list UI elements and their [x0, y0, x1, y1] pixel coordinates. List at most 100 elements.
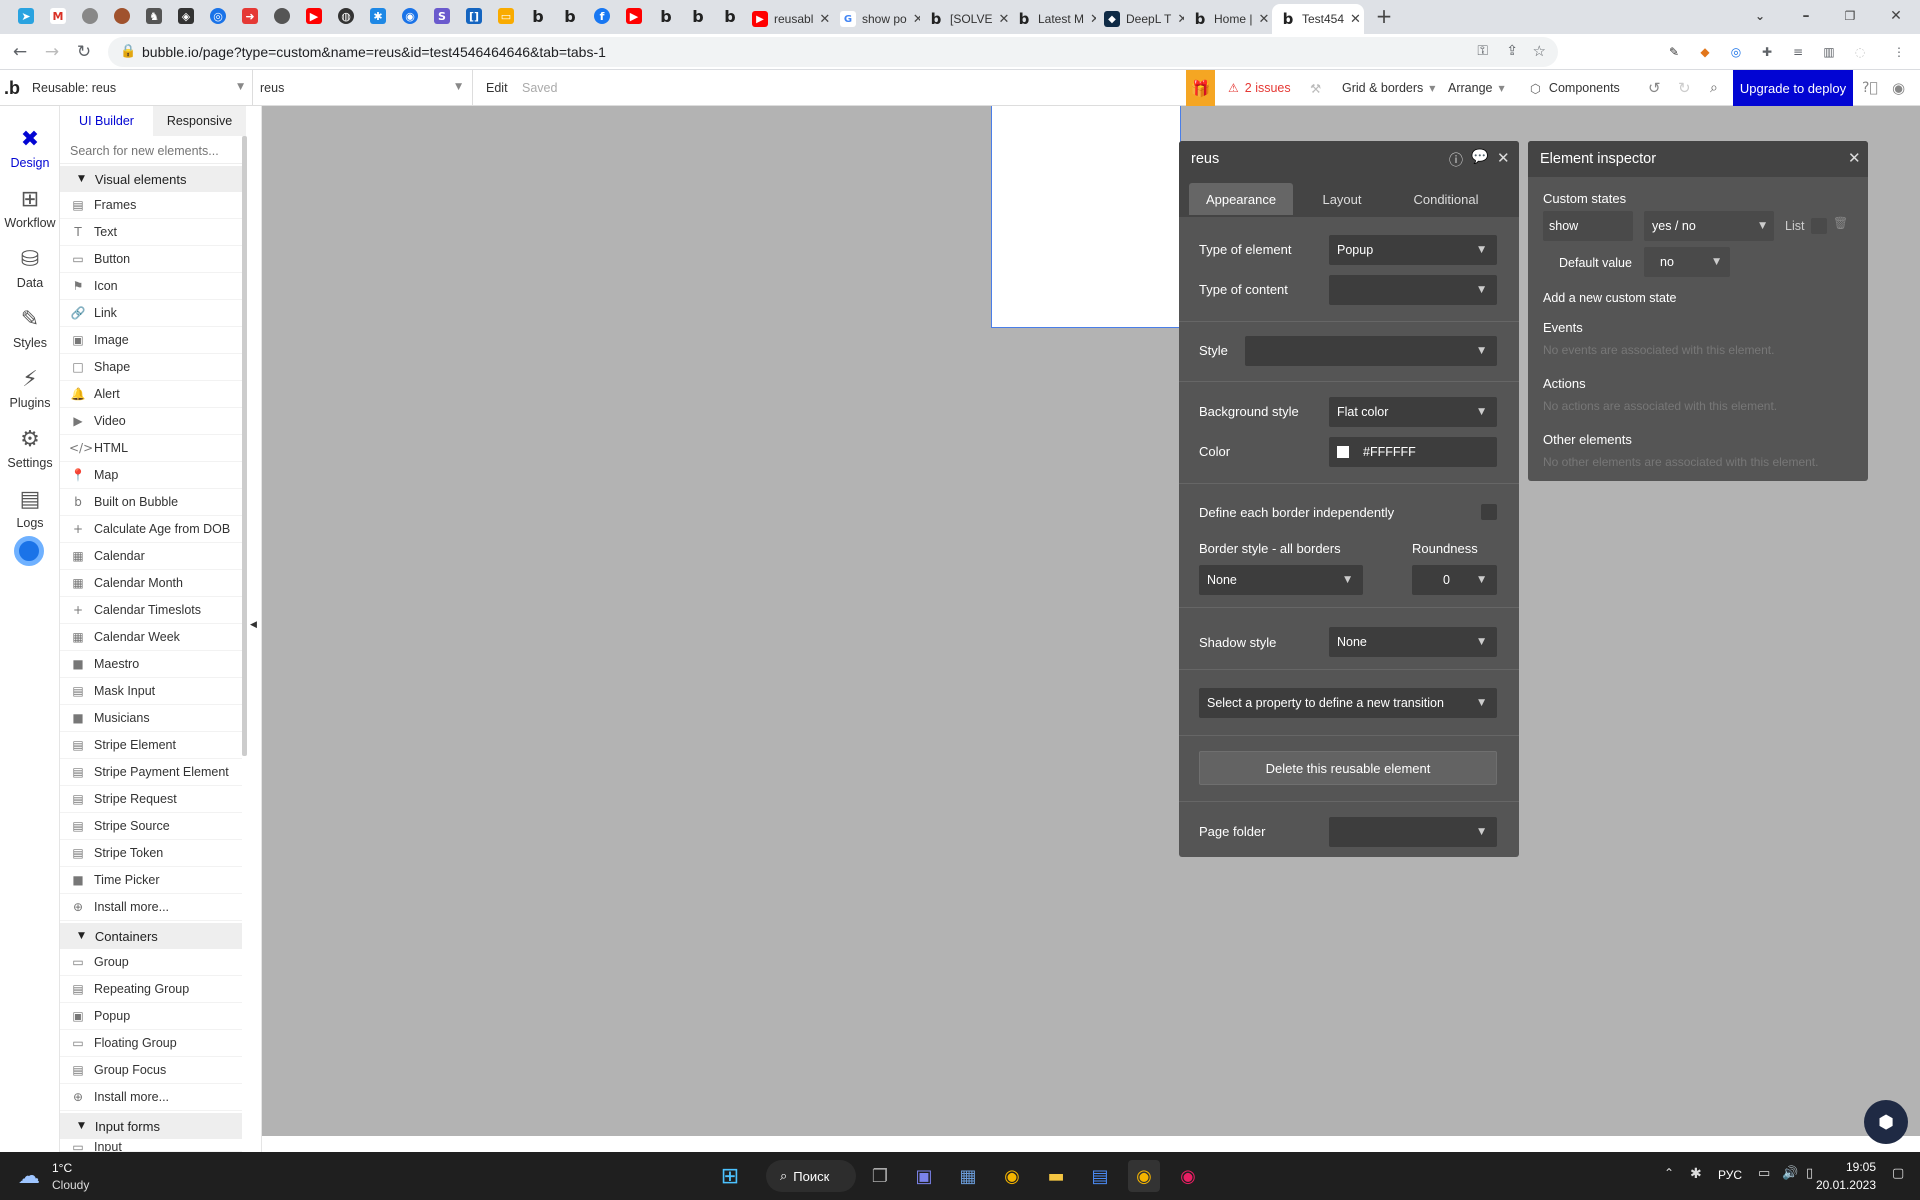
- palette-item[interactable]: ▭ Group: [60, 949, 242, 976]
- bubble-icon[interactable]: b: [530, 7, 546, 26]
- key-icon[interactable]: ⚿: [1477, 43, 1488, 59]
- maximize-icon[interactable]: ❐: [1842, 8, 1858, 24]
- telegram-icon[interactable]: ➤: [18, 8, 34, 24]
- palette-item[interactable]: ▤ Mask Input: [60, 678, 242, 705]
- roundness-field[interactable]: 0 ▼: [1412, 565, 1497, 595]
- nav-settings[interactable]: ⚙ Settings: [0, 414, 60, 471]
- teams-chat-icon[interactable]: ▣: [908, 1160, 940, 1192]
- palette-item[interactable]: ▤ Group Focus: [60, 1057, 242, 1084]
- browser-tab[interactable]: b Latest M ✕: [1008, 4, 1096, 34]
- tab-favicon-icon[interactable]: [114, 8, 130, 24]
- volume-icon[interactable]: 🔊: [1782, 1166, 1798, 1181]
- no-hammer-icon[interactable]: ⚒: [1310, 76, 1321, 100]
- arrange-menu[interactable]: Arrange ▼: [1448, 76, 1505, 100]
- type-of-content-dropdown[interactable]: ▼: [1329, 275, 1497, 305]
- nav-data[interactable]: ⛁ Data: [0, 234, 60, 291]
- close-icon[interactable]: ✕: [1848, 149, 1861, 167]
- forward-icon[interactable]: →: [40, 40, 64, 64]
- grid-borders-menu[interactable]: Grid & borders ▼: [1342, 76, 1435, 100]
- youtube-icon[interactable]: ▶: [626, 8, 642, 24]
- network-icon[interactable]: ▭: [1758, 1166, 1770, 1181]
- clock-date[interactable]: 20.01.2023: [1800, 1178, 1876, 1192]
- windows-start-icon[interactable]: ⊞: [714, 1160, 746, 1192]
- tab-favicon-icon[interactable]: ◎: [210, 8, 226, 24]
- components-button[interactable]: ⬡ Components: [1530, 76, 1620, 100]
- palette-item[interactable]: b Built on Bubble: [60, 489, 242, 516]
- color-picker[interactable]: #FFFFFF: [1329, 437, 1497, 467]
- palette-item[interactable]: ▤ Stripe Payment Element: [60, 759, 242, 786]
- browser-tab[interactable]: ◆ DeepL T ✕: [1096, 4, 1184, 34]
- tab-favicon-icon[interactable]: ➜: [242, 8, 258, 24]
- issues-indicator[interactable]: ⚠ 2 issues: [1228, 76, 1291, 100]
- reusable-element-preview[interactable]: [991, 106, 1181, 328]
- tab-conditional[interactable]: Conditional: [1391, 183, 1501, 215]
- taskbar-search[interactable]: ⌕ Поиск: [766, 1160, 856, 1192]
- palette-item[interactable]: 📍 Map: [60, 462, 242, 489]
- search-icon[interactable]: ⌕: [1710, 76, 1718, 100]
- tab-favicon-icon[interactable]: ▭: [498, 8, 514, 24]
- language-indicator[interactable]: РУС: [1718, 1168, 1742, 1182]
- share-icon[interactable]: ⇪: [1506, 43, 1518, 59]
- tab-favicon-icon[interactable]: [274, 8, 290, 24]
- close-icon[interactable]: ✕: [1497, 149, 1510, 167]
- gift-icon[interactable]: 🎁: [1186, 70, 1215, 106]
- transition-dropdown[interactable]: Select a property to define a new transi…: [1199, 688, 1497, 718]
- profile-loading-icon[interactable]: ◌: [1852, 44, 1868, 60]
- page-folder-dropdown[interactable]: ▼: [1329, 817, 1497, 847]
- palette-item[interactable]: </> HTML: [60, 435, 242, 462]
- chrome-profile-icon[interactable]: ◉: [1172, 1160, 1204, 1192]
- palette-item[interactable]: ▤ Stripe Source: [60, 813, 242, 840]
- palette-item[interactable]: ▤ Stripe Token: [60, 840, 242, 867]
- bubble-icon[interactable]: b: [722, 7, 738, 26]
- shadow-style-dropdown[interactable]: None ▼: [1329, 627, 1497, 657]
- tab-responsive[interactable]: Responsive: [153, 106, 246, 136]
- add-custom-state-link[interactable]: Add a new custom state: [1543, 291, 1676, 305]
- palette-item[interactable]: 🔗 Link: [60, 300, 242, 327]
- reload-icon[interactable]: ↻: [72, 40, 96, 64]
- palette-item[interactable]: ▤ Stripe Request: [60, 786, 242, 813]
- tab-ui-builder[interactable]: UI Builder: [60, 106, 153, 136]
- bubble-icon[interactable]: b: [658, 7, 674, 26]
- academy-icon[interactable]: [14, 536, 44, 566]
- url-field[interactable]: 🔒 bubble.io/page?type=custom&name=reus&i…: [108, 37, 1558, 67]
- tab-favicon-icon[interactable]: ◈: [178, 8, 194, 24]
- facebook-icon[interactable]: f: [594, 8, 610, 24]
- element-selector-dropdown[interactable]: Reusable: reus ▼: [30, 76, 248, 100]
- calculator-icon[interactable]: ▦: [952, 1160, 984, 1192]
- tab-favicon-icon[interactable]: ♞: [146, 8, 162, 24]
- chrome-active-icon[interactable]: ◉: [1128, 1160, 1160, 1192]
- palette-item[interactable]: T Text: [60, 219, 242, 246]
- nav-styles[interactable]: ✎ Styles: [0, 294, 60, 351]
- type-of-element-dropdown[interactable]: Popup ▼: [1329, 235, 1497, 265]
- tab-favicon-icon[interactable]: ✱: [370, 8, 386, 24]
- collapse-arrow-icon[interactable]: ◀: [250, 620, 257, 630]
- section-input-forms[interactable]: ▼ Input forms: [60, 1113, 242, 1139]
- more-menu-icon[interactable]: ⋮: [1891, 44, 1907, 60]
- back-icon[interactable]: ←: [8, 40, 32, 64]
- palette-item[interactable]: ▦ Calendar Week: [60, 624, 242, 651]
- nav-plugins[interactable]: ⚡ Plugins: [0, 354, 60, 411]
- edit-menu[interactable]: Edit: [486, 76, 508, 100]
- new-tab-icon[interactable]: +: [1376, 4, 1393, 28]
- tab-favicon-icon[interactable]: ◉: [402, 8, 418, 24]
- section-visual-elements[interactable]: ▼ Visual elements: [60, 166, 242, 192]
- browser-tab-active[interactable]: b Test454 ✕: [1272, 4, 1364, 34]
- section-containers[interactable]: ▼ Containers: [60, 923, 242, 949]
- tab-favicon-icon[interactable]: ◍: [338, 8, 354, 24]
- undo-icon[interactable]: ↺: [1648, 76, 1661, 100]
- tab-appearance[interactable]: Appearance: [1189, 183, 1293, 215]
- tab-favicon-icon[interactable]: []: [466, 8, 482, 24]
- metamask-icon[interactable]: ◆: [1697, 44, 1713, 60]
- browser-tab[interactable]: G show po ✕: [832, 4, 920, 34]
- palette-item[interactable]: ▣ Image: [60, 327, 242, 354]
- redo-icon[interactable]: ↻: [1678, 76, 1691, 100]
- tray-chevron-icon[interactable]: ⌃: [1664, 1166, 1674, 1180]
- extension-pen-icon[interactable]: ✎: [1666, 44, 1682, 60]
- info-icon[interactable]: ⓘ: [1449, 150, 1463, 170]
- close-icon[interactable]: ✕: [819, 12, 830, 27]
- list-checkbox[interactable]: [1811, 218, 1827, 234]
- browser-tab[interactable]: ▶ reusabl ✕: [744, 4, 832, 34]
- default-value-dropdown[interactable]: no ▼: [1644, 247, 1730, 277]
- palette-item[interactable]: 🔔 Alert: [60, 381, 242, 408]
- background-style-dropdown[interactable]: Flat color ▼: [1329, 397, 1497, 427]
